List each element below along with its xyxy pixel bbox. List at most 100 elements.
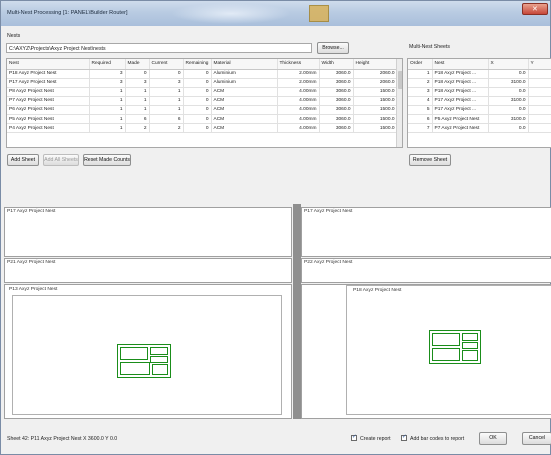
table-cell: P17 Axyz Project ... bbox=[432, 105, 489, 115]
table-cell: 0.0 bbox=[528, 105, 551, 115]
reset-made-counts-button[interactable]: Reset Made Counts bbox=[83, 154, 131, 166]
table-cell: P18 Axyz Project ... bbox=[432, 69, 489, 79]
multinest-table-row[interactable]: 2P18 Axyz Project ...3100.00.0 bbox=[408, 78, 551, 88]
left-preview-3[interactable]: P13 Axyz Project Nest bbox=[4, 284, 292, 419]
nests-table-row[interactable]: P7 Axyz Project Nest 1 1 1 0 ACM 4.00mm 3060.0 1… bbox=[7, 96, 398, 106]
barcodes-label: Add bar codes to report bbox=[410, 436, 465, 442]
nests-table-row[interactable]: P17 Axyz Project Nest 3 3 3 0 Aluminium 2.00mm… bbox=[7, 78, 398, 88]
table-cell: 2.00mm bbox=[277, 78, 320, 88]
left-preview-1[interactable]: P17 Axyz Project Nest bbox=[4, 207, 292, 257]
barcodes-checkbox[interactable] bbox=[401, 434, 407, 441]
column-header[interactable]: Required bbox=[89, 59, 126, 70]
nest-part bbox=[120, 362, 150, 375]
table-cell: 3060.0 bbox=[319, 69, 354, 79]
nests-table-row[interactable]: P4 Axyz Project Nest 1 2 2 0 ACM 4.00mm 3060.0 1… bbox=[7, 123, 398, 134]
nests-table-row[interactable]: P18 Axyz Project Nest 3 0 0 0 Aluminium 2.00mm… bbox=[7, 69, 398, 79]
table-cell: 1 bbox=[149, 96, 184, 106]
table-cell: 1500.0 bbox=[353, 96, 398, 106]
nest-part bbox=[462, 342, 478, 349]
column-header[interactable]: Height bbox=[353, 59, 398, 70]
nests-header-row: Nest Required Made Current Remaining Material… bbox=[7, 59, 398, 70]
nest-part bbox=[150, 356, 168, 363]
table-cell: 2060.0 bbox=[353, 69, 398, 79]
multinest-table-row[interactable]: 5P17 Axyz Project ...0.00.0 bbox=[408, 105, 551, 115]
multinest-table-row[interactable]: 3P18 Axyz Project ...0.00.0 bbox=[408, 87, 551, 97]
column-header[interactable]: Material bbox=[211, 59, 278, 70]
table-cell: 6 bbox=[149, 114, 184, 125]
multinest-table-row[interactable]: 1P18 Axyz Project ...0.00.0 bbox=[408, 69, 551, 79]
right-preview-1[interactable]: P17 Axyz Project Nest bbox=[301, 207, 551, 257]
table-cell: 3100.0 bbox=[488, 78, 529, 88]
table-cell: 1500.0 bbox=[353, 123, 398, 134]
nests-scrollbar[interactable] bbox=[396, 59, 402, 147]
column-header[interactable]: Current bbox=[149, 59, 184, 70]
table-cell: 1500.0 bbox=[353, 105, 398, 115]
table-cell: ACM bbox=[211, 87, 278, 97]
multinest-table-row[interactable]: 6P5 Axyz Project Nest3100.00.0 bbox=[408, 114, 551, 125]
column-header[interactable]: Made bbox=[125, 59, 150, 70]
multi-nest-window: Multi-Nest Processing [1: PANEL\Builder … bbox=[0, 0, 551, 455]
ok-button[interactable]: OK bbox=[479, 432, 507, 445]
table-cell: P7 Axyz Project Nest bbox=[432, 123, 489, 134]
table-cell: 0 bbox=[183, 69, 212, 79]
table-cell: P7 Axyz Project Nest bbox=[7, 96, 90, 106]
nests-table[interactable]: Nest Required Made Current Remaining Material… bbox=[6, 58, 403, 148]
column-header[interactable]: Nest bbox=[7, 59, 90, 70]
table-cell: 3100.0 bbox=[488, 96, 529, 106]
multinest-table[interactable]: OrderNestXY 1P18 Axyz Project ...0.00.02… bbox=[407, 58, 551, 148]
column-header[interactable]: Order bbox=[408, 59, 433, 70]
multinest-table-row[interactable]: 7P7 Axyz Project Nest0.00.0 bbox=[408, 123, 551, 134]
table-cell: Aluminium bbox=[211, 78, 278, 88]
table-cell: 1500.0 bbox=[353, 114, 398, 125]
nests-table-row[interactable]: P8 Axyz Project Nest 1 1 1 0 ACM 4.00mm 3060.0 1… bbox=[7, 87, 398, 97]
add-all-sheets-button[interactable]: Add All Sheets bbox=[43, 154, 79, 166]
nests-table-row[interactable]: P6 Axyz Project Nest 1 1 1 0 ACM 4.00mm 3060.0 1… bbox=[7, 105, 398, 115]
close-icon: ✕ bbox=[532, 6, 538, 13]
right-preview-1-title: P17 Axyz Project Nest bbox=[304, 209, 353, 214]
right-preview-2-title: P22 Axyz Project Nest bbox=[304, 260, 353, 265]
table-cell: 4 bbox=[408, 96, 433, 106]
column-header[interactable]: Nest bbox=[432, 59, 489, 70]
table-cell: 3 bbox=[89, 78, 126, 88]
column-header[interactable]: Remaining bbox=[183, 59, 212, 70]
table-cell: 0 bbox=[183, 87, 212, 97]
left-preview-1-title: P17 Axyz Project Nest bbox=[7, 209, 56, 214]
table-cell: P17 Axyz Project Nest bbox=[7, 78, 90, 88]
nests-table-row[interactable]: P5 Axyz Project Nest 1 6 6 0 ACM 4.00mm 3060.0 1… bbox=[7, 114, 398, 125]
column-header[interactable]: Y bbox=[528, 59, 551, 70]
right-preview-3-title: P18 Axyz Project Nest bbox=[353, 288, 402, 293]
create-report-checkbox[interactable] bbox=[351, 434, 357, 441]
vertical-splitter[interactable] bbox=[293, 204, 301, 419]
column-header[interactable]: Thickness bbox=[277, 59, 320, 70]
table-cell: 3 bbox=[408, 87, 433, 97]
close-button[interactable]: ✕ bbox=[522, 3, 548, 15]
table-cell: 3060.0 bbox=[319, 78, 354, 88]
column-header[interactable]: X bbox=[488, 59, 529, 70]
left-preview-2[interactable]: P21 Axyz Project Nest bbox=[4, 258, 292, 283]
taskbar-thumbnail-icon bbox=[309, 5, 329, 22]
add-sheet-button[interactable]: Add Sheet bbox=[7, 154, 39, 166]
table-cell: 0 bbox=[183, 105, 212, 115]
left-preview-2-title: P21 Axyz Project Nest bbox=[7, 260, 56, 265]
multinest-table-row[interactable]: 4P17 Axyz Project ...3100.00.0 bbox=[408, 96, 551, 106]
column-header[interactable]: Width bbox=[319, 59, 354, 70]
table-cell: 2060.0 bbox=[353, 78, 398, 88]
browse-button[interactable]: Browse... bbox=[317, 42, 349, 54]
table-cell: 0.0 bbox=[488, 87, 529, 97]
table-cell: 3 bbox=[89, 69, 126, 79]
table-cell: 1 bbox=[125, 96, 150, 106]
table-cell: 0 bbox=[183, 78, 212, 88]
title-bar[interactable]: Multi-Nest Processing [1: PANEL\Builder … bbox=[1, 1, 550, 26]
table-cell: P18 Axyz Project ... bbox=[432, 78, 489, 88]
nests-scroll-thumb[interactable] bbox=[398, 71, 402, 89]
nests-path-field[interactable]: C:\AXYZ\Projects\Axyz Project Nest\nests bbox=[6, 43, 312, 53]
nest-part bbox=[432, 333, 460, 346]
remove-sheet-button[interactable]: Remove Sheet bbox=[409, 154, 451, 166]
table-cell: 4.00mm bbox=[277, 123, 320, 134]
right-preview-2[interactable]: P22 Axyz Project Nest bbox=[301, 258, 551, 283]
right-preview-3[interactable]: P18 Axyz Project Nest bbox=[301, 284, 551, 419]
table-cell: 0 bbox=[183, 96, 212, 106]
cancel-button[interactable]: Cancel bbox=[522, 432, 551, 445]
table-cell: 6 bbox=[408, 114, 433, 125]
table-cell: 1 bbox=[149, 105, 184, 115]
